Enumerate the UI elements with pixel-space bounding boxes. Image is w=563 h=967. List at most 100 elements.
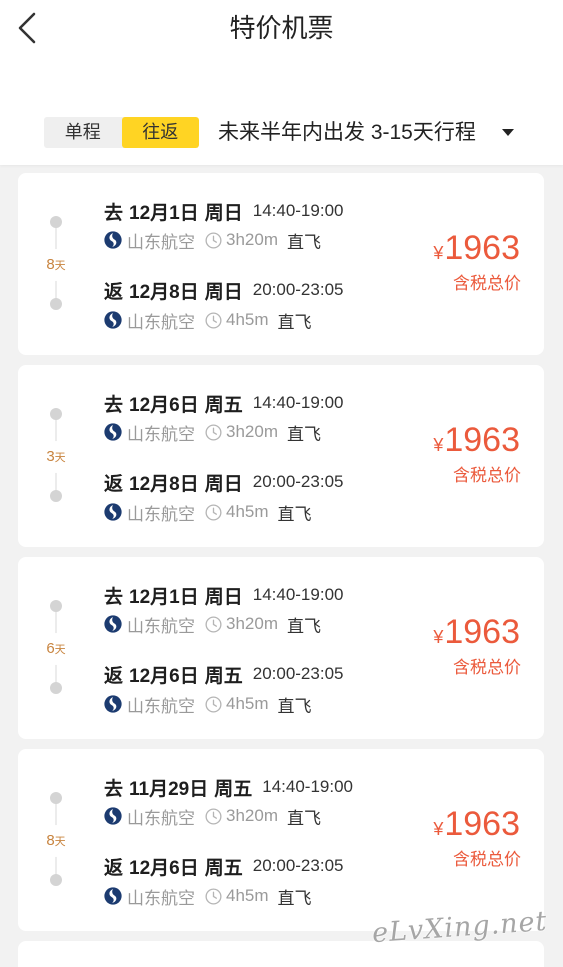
offer-card[interactable]: 6天 去 12月1日 周日 14:40-19:00 山东航空 3h20m 直飞 … [18, 557, 544, 739]
return-dot [50, 490, 62, 502]
offer-card[interactable]: 3天 去 12月6日 周五 14:40-19:00 山东航空 3h20m 直飞 … [18, 365, 544, 547]
stop-type: 直飞 [286, 232, 321, 252]
leg-date: 12月8日 [129, 473, 199, 495]
clock-icon [205, 887, 222, 905]
trip-length-unit: 天 [54, 836, 66, 848]
leg-date: 11月29日 [129, 778, 209, 800]
airline-name: 山东航空 [127, 424, 195, 444]
outbound-leg-details: 山东航空 3h20m 直飞 [104, 804, 321, 828]
return-leg-header: 返 12月8日 周日 20:00-23:05 [104, 276, 343, 304]
offer-card[interactable]: 8天 去 11月29日 周五 14:40-19:00 山东航空 3h20m 直飞… [18, 749, 544, 931]
leg-time: 20:00-23:05 [252, 280, 344, 299]
shandong-airlines-logo-icon [104, 503, 122, 521]
offer-list: 8天 去 12月1日 周日 14:40-19:00 山东航空 3h20m 直飞 … [0, 165, 563, 931]
outbound-dot [50, 216, 62, 228]
flight-duration: 4h5m [226, 886, 269, 905]
price: ¥ 1963 [433, 802, 520, 846]
price-currency: ¥ [433, 243, 444, 263]
offer-card-partial[interactable] [18, 941, 544, 967]
offer-card[interactable]: 8天 去 12月1日 周日 14:40-19:00 山东航空 3h20m 直飞 … [18, 173, 544, 355]
clock-icon [205, 615, 222, 633]
clock-icon [205, 231, 222, 249]
stop-type: 直飞 [277, 888, 312, 908]
price-amount: 1963 [444, 805, 520, 843]
leg-direction: 去 [104, 778, 124, 800]
return-leg-details: 山东航空 4h5m 直飞 [104, 308, 312, 332]
leg-time: 20:00-23:05 [252, 472, 344, 491]
outbound-leg-header: 去 12月1日 周日 14:40-19:00 [104, 581, 343, 609]
trip-length-badge: 8天 [40, 825, 72, 857]
flight-duration: 3h20m [226, 422, 278, 441]
trip-length-badge: 8天 [40, 249, 72, 281]
outbound-leg-header: 去 11月29日 周五 14:40-19:00 [104, 773, 353, 801]
outbound-dot [50, 600, 62, 612]
flight-duration: 3h20m [226, 806, 278, 825]
leg-date: 12月6日 [129, 857, 199, 879]
price-note: 含税总价 [453, 274, 521, 293]
stop-type: 直飞 [277, 504, 312, 524]
shandong-airlines-logo-icon [104, 423, 122, 441]
leg-date: 12月8日 [129, 281, 199, 303]
leg-direction: 返 [104, 281, 124, 303]
price: ¥ 1963 [433, 610, 520, 654]
flight-duration: 3h20m [226, 230, 278, 249]
outbound-leg-header: 去 12月1日 周日 14:40-19:00 [104, 197, 343, 225]
trip-length-badge: 3天 [40, 441, 72, 473]
trip-type-round-trip[interactable]: 往返 [121, 117, 199, 148]
stop-type: 直飞 [277, 312, 312, 332]
leg-direction: 去 [104, 586, 124, 608]
leg-time: 20:00-23:05 [252, 856, 344, 875]
leg-date: 12月6日 [129, 665, 199, 687]
price-note: 含税总价 [453, 466, 521, 485]
trip-type-one-way[interactable]: 单程 [44, 117, 122, 148]
leg-weekday: 周日 [204, 473, 243, 495]
stop-type: 直飞 [277, 696, 312, 716]
trip-length-unit: 天 [54, 644, 66, 656]
leg-direction: 返 [104, 665, 124, 687]
leg-direction: 去 [104, 394, 124, 416]
trip-type-toggle: 单程 往返 [44, 117, 199, 148]
price: ¥ 1963 [433, 226, 520, 270]
price: ¥ 1963 [433, 418, 520, 462]
price-amount: 1963 [444, 229, 520, 267]
return-leg-header: 返 12月8日 周日 20:00-23:05 [104, 468, 343, 496]
trip-length-unit: 天 [54, 260, 66, 272]
outbound-leg-details: 山东航空 3h20m 直飞 [104, 612, 321, 636]
price-currency: ¥ [433, 819, 444, 839]
leg-time: 14:40-19:00 [252, 585, 344, 604]
leg-weekday: 周五 [204, 665, 243, 687]
leg-time: 14:40-19:00 [262, 777, 354, 796]
trip-length-days: 3 [46, 448, 55, 465]
return-leg-header: 返 12月6日 周五 20:00-23:05 [104, 852, 343, 880]
airline-name: 山东航空 [127, 616, 195, 636]
leg-weekday: 周五 [214, 778, 253, 800]
leg-time: 20:00-23:05 [252, 664, 344, 683]
airline-name: 山东航空 [127, 888, 195, 908]
shandong-airlines-logo-icon [104, 311, 122, 329]
clock-icon [205, 423, 222, 441]
flight-duration: 4h5m [226, 694, 269, 713]
leg-weekday: 周五 [204, 857, 243, 879]
trip-length-unit: 天 [54, 452, 66, 464]
outbound-leg-details: 山东航空 3h20m 直飞 [104, 228, 321, 252]
outbound-leg-details: 山东航空 3h20m 直飞 [104, 420, 321, 444]
flight-duration: 4h5m [226, 310, 269, 329]
shandong-airlines-logo-icon [104, 695, 122, 713]
price-amount: 1963 [444, 421, 520, 459]
shandong-airlines-logo-icon [104, 615, 122, 633]
price-note: 含税总价 [453, 850, 521, 869]
return-leg-details: 山东航空 4h5m 直飞 [104, 884, 312, 908]
top-header: 特价机票 单程 往返 未来半年内出发 3-15天行程 [0, 0, 563, 165]
return-leg-details: 山东航空 4h5m 直飞 [104, 692, 312, 716]
price-note: 含税总价 [453, 658, 521, 677]
date-range-dropdown[interactable]: 未来半年内出发 3-15天行程 [218, 117, 516, 148]
leg-weekday: 周五 [204, 394, 243, 416]
trip-length-days: 8 [46, 832, 55, 849]
leg-direction: 返 [104, 857, 124, 879]
leg-direction: 去 [104, 202, 124, 224]
return-dot [50, 298, 62, 310]
shandong-airlines-logo-icon [104, 807, 122, 825]
leg-weekday: 周日 [204, 202, 243, 224]
caret-down-icon [502, 129, 514, 136]
price-currency: ¥ [433, 435, 444, 455]
